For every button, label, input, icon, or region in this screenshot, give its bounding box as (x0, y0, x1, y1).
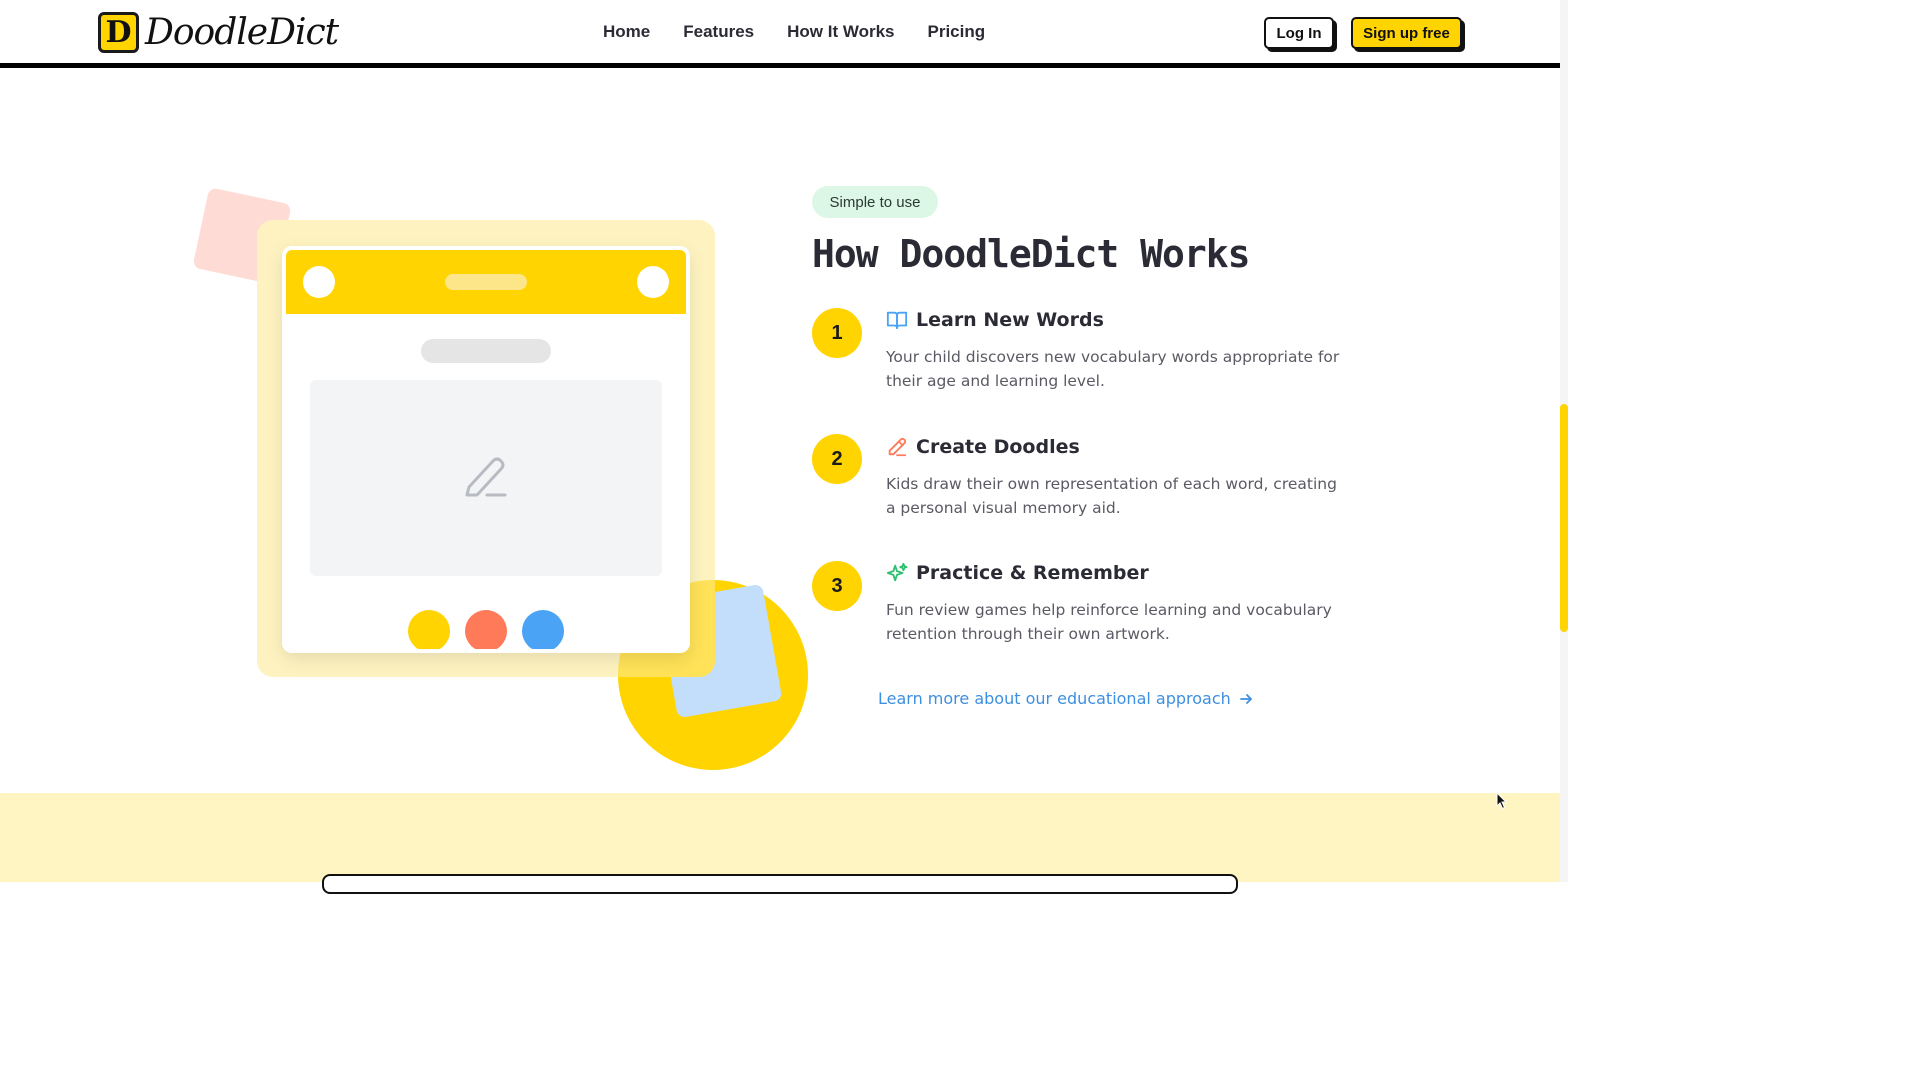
mockup-word-placeholder (421, 339, 551, 363)
arrow-right-icon (1239, 693, 1252, 704)
mouse-cursor-icon (1496, 792, 1508, 810)
signup-button[interactable]: Sign up free (1351, 17, 1462, 49)
main-nav: Home Features How It Works Pricing (603, 22, 985, 42)
mockup-title-bar (445, 274, 527, 290)
learn-more-link[interactable]: Learn more about our educational approac… (878, 689, 1253, 708)
pencil-icon (888, 437, 907, 457)
logo-letter: D (105, 14, 132, 50)
next-section-card (322, 874, 1238, 894)
step-number-3: 3 (812, 561, 862, 611)
step-1-description: Your child discovers new vocabulary word… (886, 348, 1340, 390)
mockup-header (286, 250, 686, 314)
section-title: How DoodleDict Works (812, 232, 1251, 276)
step-2-title: Create Doodles (916, 436, 1080, 458)
color-swatch-yellow (408, 610, 450, 649)
learn-more-label: Learn more about our educational approac… (878, 689, 1231, 708)
step-3-title: Practice & Remember (916, 562, 1149, 584)
sparkles-icon (886, 562, 908, 582)
color-swatch-coral (465, 610, 507, 649)
step-2-header: Create Doodles (886, 436, 1080, 458)
mockup-dot-left (303, 266, 335, 298)
step-number-2: 2 (812, 434, 862, 484)
site-header: D DoodleDict Home Features How It Works … (0, 0, 1560, 68)
nav-pricing[interactable]: Pricing (927, 22, 985, 42)
step-2-description: Kids draw their own representation of ea… (886, 475, 1337, 517)
drawing-canvas (310, 380, 662, 576)
nav-features[interactable]: Features (683, 22, 754, 42)
brand-name: DoodleDict (145, 11, 339, 53)
nav-how-it-works[interactable]: How It Works (787, 22, 894, 42)
step-3-header: Practice & Remember (886, 562, 1149, 584)
mockup-dot-right (637, 266, 669, 298)
step-1-header: Learn New Words (886, 309, 1104, 331)
logo[interactable]: D DoodleDict (98, 11, 339, 53)
next-section-band (0, 793, 1560, 882)
pencil-icon (465, 457, 507, 497)
login-button[interactable]: Log In (1264, 17, 1334, 49)
color-swatch-blue (522, 610, 564, 649)
logo-mark-icon: D (98, 12, 139, 53)
section-badge: Simple to use (812, 186, 938, 218)
step-number-1: 1 (812, 308, 862, 358)
scrollbar-thumb[interactable] (1560, 404, 1568, 632)
step-1-title: Learn New Words (916, 309, 1104, 331)
nav-home[interactable]: Home (603, 22, 650, 42)
step-3-description: Fun review games help reinforce learning… (886, 601, 1332, 643)
app-mockup-card (282, 246, 690, 653)
book-open-icon (886, 311, 908, 330)
